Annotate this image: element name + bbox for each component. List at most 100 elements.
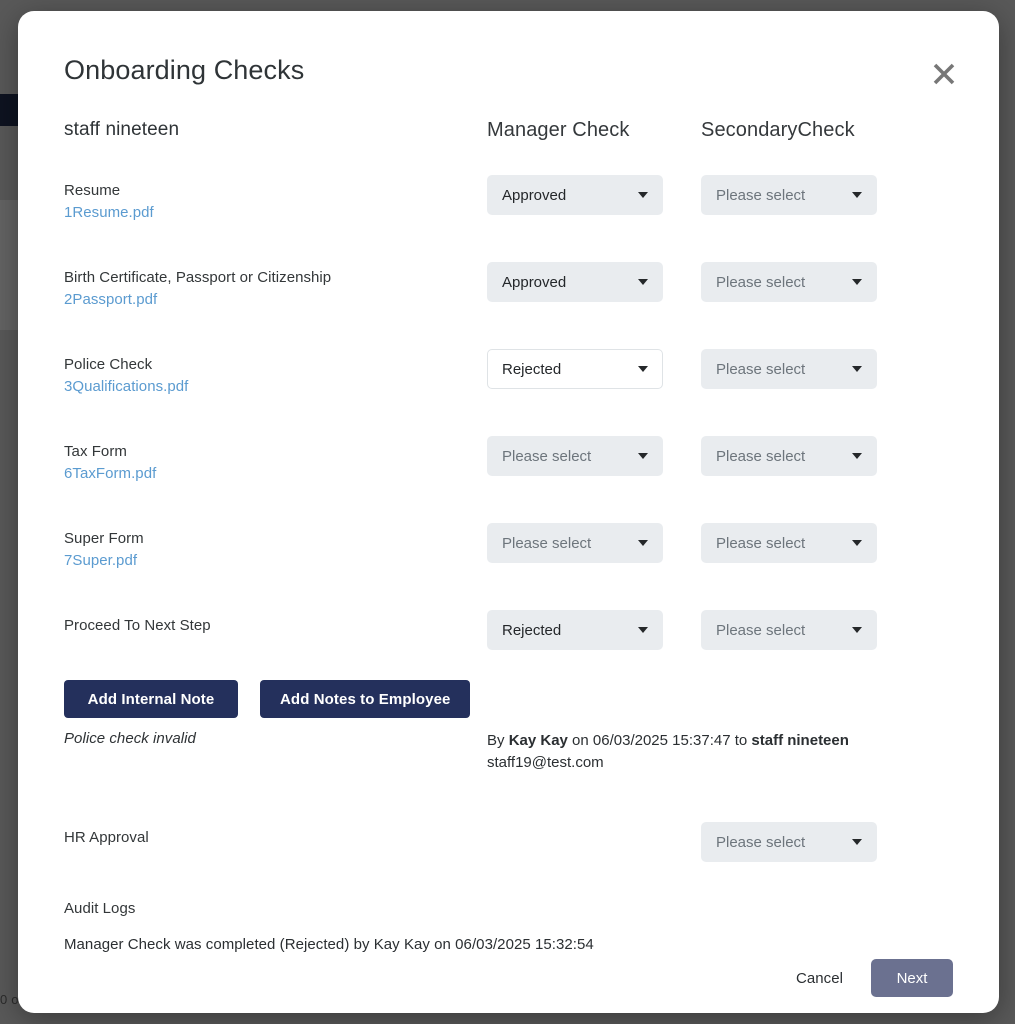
manager-check-label: Manager Check <box>487 119 630 141</box>
manager-check-select[interactable]: Approved <box>487 262 663 302</box>
secondary-check-cell: Please select <box>701 262 915 302</box>
audit-log-entry: Manager Check was completed (Rejected) b… <box>64 936 594 953</box>
staff-name-header: staff nineteen <box>64 119 487 141</box>
document-file-link[interactable]: 3Qualifications.pdf <box>64 378 188 395</box>
modal-footer: Cancel Next <box>18 957 999 1013</box>
table-row: Birth Certificate, Passport or Citizensh… <box>64 262 953 349</box>
add-internal-note-button[interactable]: Add Internal Note <box>64 680 238 718</box>
next-button[interactable]: Next <box>871 959 953 997</box>
manager-check-select[interactable]: Approved <box>487 175 663 215</box>
note-meta-author: Kay Kay <box>508 732 568 749</box>
secondary-check-cell: Please select <box>701 610 915 650</box>
chevron-down-icon <box>852 540 862 546</box>
cancel-button[interactable]: Cancel <box>796 970 843 987</box>
document-file-link[interactable]: 6TaxForm.pdf <box>64 465 156 482</box>
document-title: Proceed To Next Step <box>64 617 211 634</box>
table-header-row: staff nineteen Manager Check SecondaryCh… <box>64 119 953 175</box>
chevron-down-icon <box>638 540 648 546</box>
secondary-check-header: SecondaryCheck <box>701 119 915 142</box>
manager-check-select-value: Rejected <box>502 360 562 378</box>
document-cell: Tax Form 6TaxForm.pdf <box>64 436 487 483</box>
modal-header: Onboarding Checks <box>18 11 999 119</box>
manager-check-select[interactable]: Please select <box>487 523 663 563</box>
document-cell: Birth Certificate, Passport or Citizensh… <box>64 262 487 309</box>
employee-note-meta: By Kay Kay on 06/03/2025 15:37:47 to sta… <box>487 730 849 774</box>
secondary-check-cell: Please select <box>701 523 915 563</box>
manager-check-select-value: Approved <box>502 273 567 291</box>
manager-check-select[interactable]: Please select <box>487 436 663 476</box>
secondary-check-select-value: Please select <box>716 273 806 291</box>
secondary-check-select[interactable]: Please select <box>701 523 877 563</box>
modal-body: staff nineteen Manager Check SecondaryCh… <box>18 119 999 957</box>
onboarding-checks-modal: Onboarding Checks staff nineteen Manager… <box>18 11 999 1013</box>
secondary-check-select[interactable]: Please select <box>701 610 877 650</box>
document-file-link[interactable]: 1Resume.pdf <box>64 204 154 221</box>
document-title: Tax Form <box>64 443 127 460</box>
chevron-down-icon <box>852 279 862 285</box>
hr-approval-row: HR Approval Please select <box>64 822 953 886</box>
manager-check-select[interactable]: Rejected <box>487 349 663 389</box>
secondary-check-select-value: Please select <box>716 534 806 552</box>
manager-check-select-value: Rejected <box>502 621 562 639</box>
chevron-down-icon <box>852 366 862 372</box>
secondary-check-select[interactable]: Please select <box>701 175 877 215</box>
table-row: Resume 1Resume.pdf Approved Please selec… <box>64 175 953 262</box>
table-row: Proceed To Next Step Rejected Please sel… <box>64 610 953 674</box>
table-row: Super Form 7Super.pdf Please select Plea… <box>64 523 953 610</box>
close-icon-glyph <box>933 63 955 85</box>
add-notes-to-employee-button[interactable]: Add Notes to Employee <box>260 680 471 718</box>
manager-check-cell: Approved <box>487 262 701 302</box>
secondary-check-label: SecondaryCheck <box>701 119 855 141</box>
manager-check-cell: Rejected <box>487 610 701 650</box>
internal-note-text: Police check invalid <box>64 730 196 747</box>
manager-check-cell: Please select <box>487 436 701 476</box>
note-meta-recipient: staff nineteen <box>751 732 849 749</box>
manager-check-select-value: Please select <box>502 534 592 552</box>
document-cell: Proceed To Next Step <box>64 610 487 636</box>
chevron-down-icon <box>638 453 648 459</box>
table-row: Tax Form 6TaxForm.pdf Please select Plea… <box>64 436 953 523</box>
manager-check-select-value: Please select <box>502 447 592 465</box>
audit-logs-title: Audit Logs <box>64 900 136 917</box>
document-cell: Resume 1Resume.pdf <box>64 175 487 222</box>
document-file-link[interactable]: 2Passport.pdf <box>64 291 157 308</box>
hr-approval-select-cell: Please select <box>701 822 915 862</box>
document-title: Birth Certificate, Passport or Citizensh… <box>64 269 332 286</box>
employee-note-meta-line: By Kay Kay on 06/03/2025 15:37:47 to sta… <box>487 730 849 752</box>
notes-block: Police check invalid By Kay Kay on 06/03… <box>64 730 953 774</box>
staff-name-label: staff nineteen <box>64 119 180 140</box>
chevron-down-icon <box>852 627 862 633</box>
audit-logs-section: Audit Logs Manager Check was completed (… <box>64 900 953 953</box>
manager-check-select[interactable]: Rejected <box>487 610 663 650</box>
document-cell: Super Form 7Super.pdf <box>64 523 487 570</box>
secondary-check-select-value: Please select <box>716 360 806 378</box>
manager-check-cell: Please select <box>487 523 701 563</box>
secondary-check-cell: Please select <box>701 349 915 389</box>
secondary-check-select-value: Please select <box>716 186 806 204</box>
chevron-down-icon <box>638 627 648 633</box>
chevron-down-icon <box>638 279 648 285</box>
document-cell: Police Check 3Qualifications.pdf <box>64 349 487 396</box>
document-title: Resume <box>64 182 121 199</box>
manager-check-select-value: Approved <box>502 186 567 204</box>
secondary-check-cell: Please select <box>701 175 915 215</box>
chevron-down-icon <box>852 453 862 459</box>
hr-approval-select[interactable]: Please select <box>701 822 877 862</box>
close-icon[interactable] <box>927 57 961 91</box>
secondary-check-cell: Please select <box>701 436 915 476</box>
note-actions: Add Internal Note Add Notes to Employee <box>64 680 953 718</box>
manager-check-cell: Approved <box>487 175 701 215</box>
secondary-check-select-value: Please select <box>716 447 806 465</box>
secondary-check-select[interactable]: Please select <box>701 349 877 389</box>
chevron-down-icon <box>638 366 648 372</box>
note-meta-prefix: By <box>487 732 509 749</box>
hr-approval-label-cell: HR Approval <box>64 822 701 848</box>
note-meta-middle: on 06/03/2025 15:37:47 to <box>567 732 752 749</box>
document-file-link[interactable]: 7Super.pdf <box>64 552 137 569</box>
hr-approval-select-value: Please select <box>716 833 806 851</box>
page-title: Onboarding Checks <box>64 55 305 85</box>
secondary-check-select[interactable]: Please select <box>701 436 877 476</box>
secondary-check-select[interactable]: Please select <box>701 262 877 302</box>
chevron-down-icon <box>852 192 862 198</box>
manager-check-header: Manager Check <box>487 119 701 142</box>
